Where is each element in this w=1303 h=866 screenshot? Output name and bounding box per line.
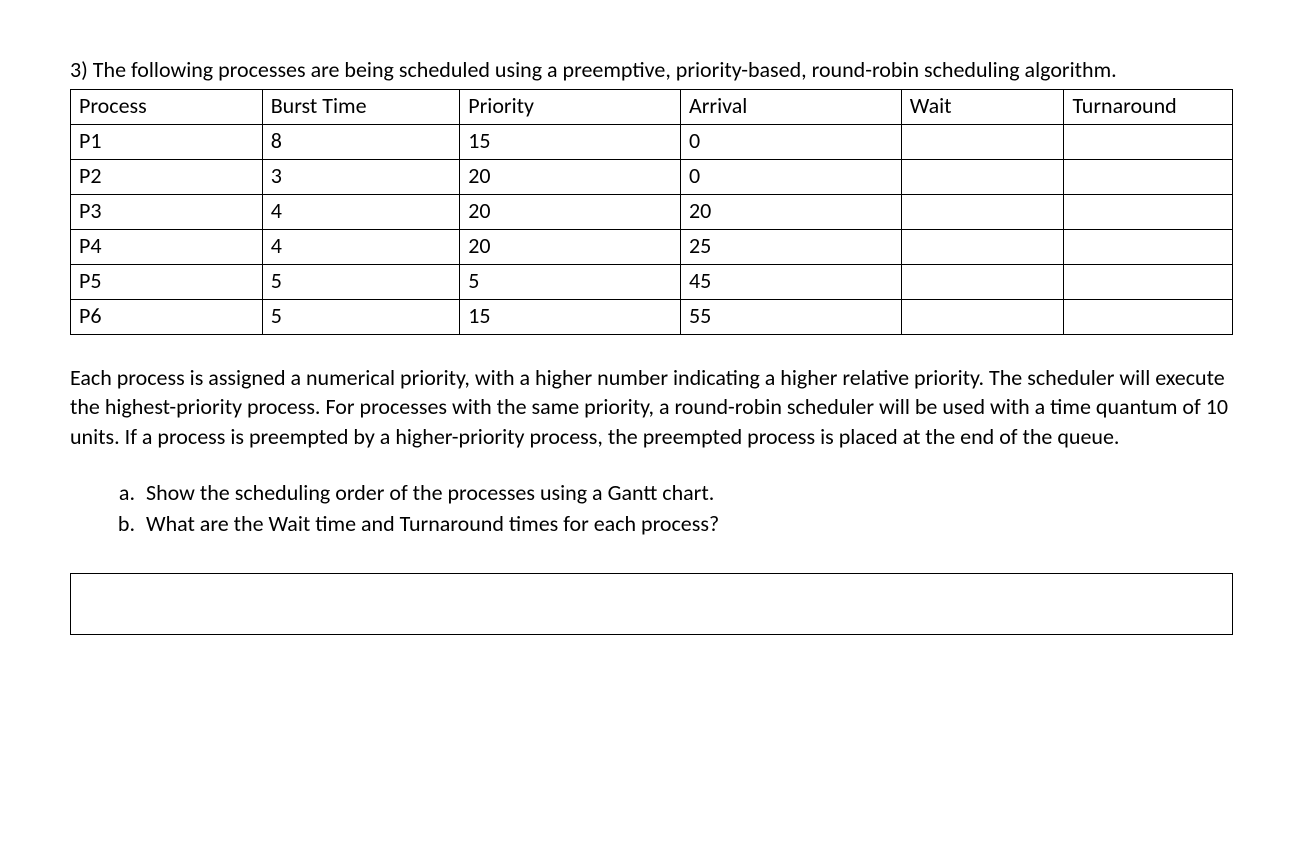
subquestion-list: Show the scheduling order of the process…: [70, 478, 1233, 539]
cell-wait: [901, 159, 1064, 194]
col-header-burst: Burst Time: [262, 89, 460, 124]
table-row: P5 5 5 45: [71, 264, 1233, 299]
cell-turnaround: [1064, 194, 1233, 229]
answer-box: [70, 573, 1233, 635]
cell-arrival: 45: [681, 264, 902, 299]
cell-priority: 15: [460, 299, 681, 334]
cell-priority: 15: [460, 124, 681, 159]
table-row: P4 4 20 25: [71, 229, 1233, 264]
cell-process: P6: [71, 299, 263, 334]
cell-process: P2: [71, 159, 263, 194]
cell-priority: 5: [460, 264, 681, 299]
cell-burst: 5: [262, 264, 460, 299]
cell-priority: 20: [460, 159, 681, 194]
cell-turnaround: [1064, 159, 1233, 194]
subquestion-b: What are the Wait time and Turnaround ti…: [140, 509, 1233, 539]
col-header-wait: Wait: [901, 89, 1064, 124]
cell-wait: [901, 194, 1064, 229]
cell-turnaround: [1064, 229, 1233, 264]
cell-burst: 5: [262, 299, 460, 334]
table-row: P3 4 20 20: [71, 194, 1233, 229]
cell-burst: 8: [262, 124, 460, 159]
cell-wait: [901, 229, 1064, 264]
cell-arrival: 55: [681, 299, 902, 334]
cell-process: P3: [71, 194, 263, 229]
cell-priority: 20: [460, 194, 681, 229]
cell-arrival: 0: [681, 124, 902, 159]
table-header-row: Process Burst Time Priority Arrival Wait…: [71, 89, 1233, 124]
cell-process: P1: [71, 124, 263, 159]
cell-turnaround: [1064, 299, 1233, 334]
cell-arrival: 20: [681, 194, 902, 229]
cell-wait: [901, 124, 1064, 159]
cell-arrival: 25: [681, 229, 902, 264]
cell-priority: 20: [460, 229, 681, 264]
cell-burst: 4: [262, 194, 460, 229]
col-header-turnaround: Turnaround: [1064, 89, 1233, 124]
process-table: Process Burst Time Priority Arrival Wait…: [70, 89, 1233, 335]
table-row: P2 3 20 0: [71, 159, 1233, 194]
cell-process: P5: [71, 264, 263, 299]
cell-burst: 3: [262, 159, 460, 194]
col-header-priority: Priority: [460, 89, 681, 124]
table-row: P1 8 15 0: [71, 124, 1233, 159]
cell-wait: [901, 299, 1064, 334]
col-header-process: Process: [71, 89, 263, 124]
cell-turnaround: [1064, 264, 1233, 299]
cell-process: P4: [71, 229, 263, 264]
subquestion-a: Show the scheduling order of the process…: [140, 478, 1233, 508]
question-intro: 3) The following processes are being sch…: [70, 55, 1233, 85]
cell-wait: [901, 264, 1064, 299]
cell-turnaround: [1064, 124, 1233, 159]
question-description: Each process is assigned a numerical pri…: [70, 363, 1233, 452]
cell-arrival: 0: [681, 159, 902, 194]
table-row: P6 5 15 55: [71, 299, 1233, 334]
col-header-arrival: Arrival: [681, 89, 902, 124]
cell-burst: 4: [262, 229, 460, 264]
